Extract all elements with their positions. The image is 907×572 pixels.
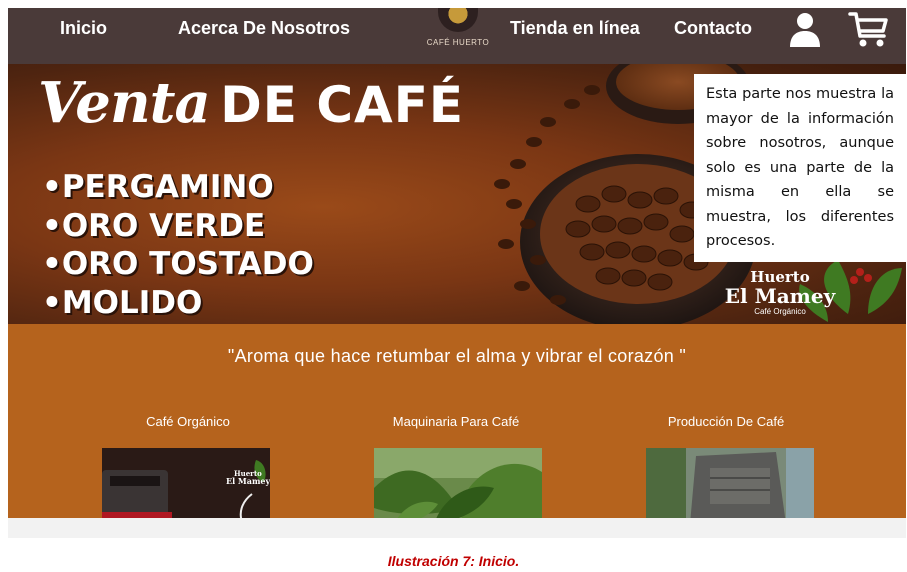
product-type-item: •MOLIDO bbox=[42, 284, 203, 321]
nav-link-acerca[interactable]: Acerca De Nosotros bbox=[178, 18, 350, 39]
product-type-item: •PERGAMINO bbox=[42, 169, 274, 205]
coffee-machinery-image bbox=[646, 448, 814, 518]
product-type-item: •ORO TOSTADO bbox=[42, 246, 314, 282]
coffee-plant-image bbox=[374, 448, 542, 518]
logo[interactable]: CAFÉ HUERTO bbox=[418, 8, 498, 52]
nav-link-tienda[interactable]: Tienda en línea bbox=[510, 18, 640, 39]
page-footer-strip bbox=[8, 518, 906, 538]
annotation-text: Esta parte nos muestra la mayor de la in… bbox=[706, 86, 894, 249]
category-label-produccion[interactable]: Producción De Café bbox=[616, 414, 836, 429]
user-icon[interactable] bbox=[788, 12, 822, 48]
hero-title: Venta DE CAFÉ bbox=[38, 70, 464, 136]
product-types-list: •PERGAMINO •ORO VERDE •ORO TOSTADO •MOLI… bbox=[42, 168, 314, 322]
brand-huerto: Huerto bbox=[750, 268, 810, 286]
category-image-produccion[interactable] bbox=[646, 448, 814, 518]
hero-title-caps: DE CAFÉ bbox=[220, 76, 465, 134]
coffee-logo-icon bbox=[438, 8, 478, 32]
nav-link-inicio[interactable]: Inicio bbox=[60, 18, 107, 39]
slogan: "Aroma que hace retumbar el alma y vibra… bbox=[227, 346, 687, 366]
category-image-cafe-organico[interactable]: Huerto El Mamey bbox=[102, 448, 270, 518]
brand-subtitle: Café Orgánico bbox=[754, 307, 806, 316]
coffee-bag-brand-mamey: El Mamey bbox=[226, 476, 270, 486]
hero-title-script: Venta bbox=[38, 70, 211, 136]
page-screenshot: Inicio Acerca De Nosotros CAFÉ HUERTO Ti… bbox=[8, 8, 906, 538]
category-image-maquinaria[interactable] bbox=[374, 448, 542, 518]
brand-logo: Huerto El Mamey Café Orgánico bbox=[720, 268, 840, 317]
coffee-bag-image: Huerto El Mamey bbox=[102, 448, 270, 518]
category-label-cafe-organico[interactable]: Café Orgánico bbox=[78, 414, 298, 429]
brand-mamey: El Mamey bbox=[724, 284, 836, 308]
annotation-callout: Esta parte nos muestra la mayor de la in… bbox=[694, 74, 906, 262]
nav-link-contacto[interactable]: Contacto bbox=[674, 18, 752, 39]
figure-caption: Ilustración 7: Inicio. bbox=[387, 553, 520, 569]
top-navigation: Inicio Acerca De Nosotros CAFÉ HUERTO Ti… bbox=[8, 8, 906, 64]
category-label-maquinaria[interactable]: Maquinaria Para Café bbox=[346, 414, 566, 429]
featured-section: "Aroma que hace retumbar el alma y vibra… bbox=[8, 324, 906, 518]
shopping-cart-icon[interactable] bbox=[848, 10, 890, 50]
product-type-item: •ORO VERDE bbox=[42, 207, 266, 244]
logo-text: CAFÉ HUERTO bbox=[426, 38, 490, 47]
